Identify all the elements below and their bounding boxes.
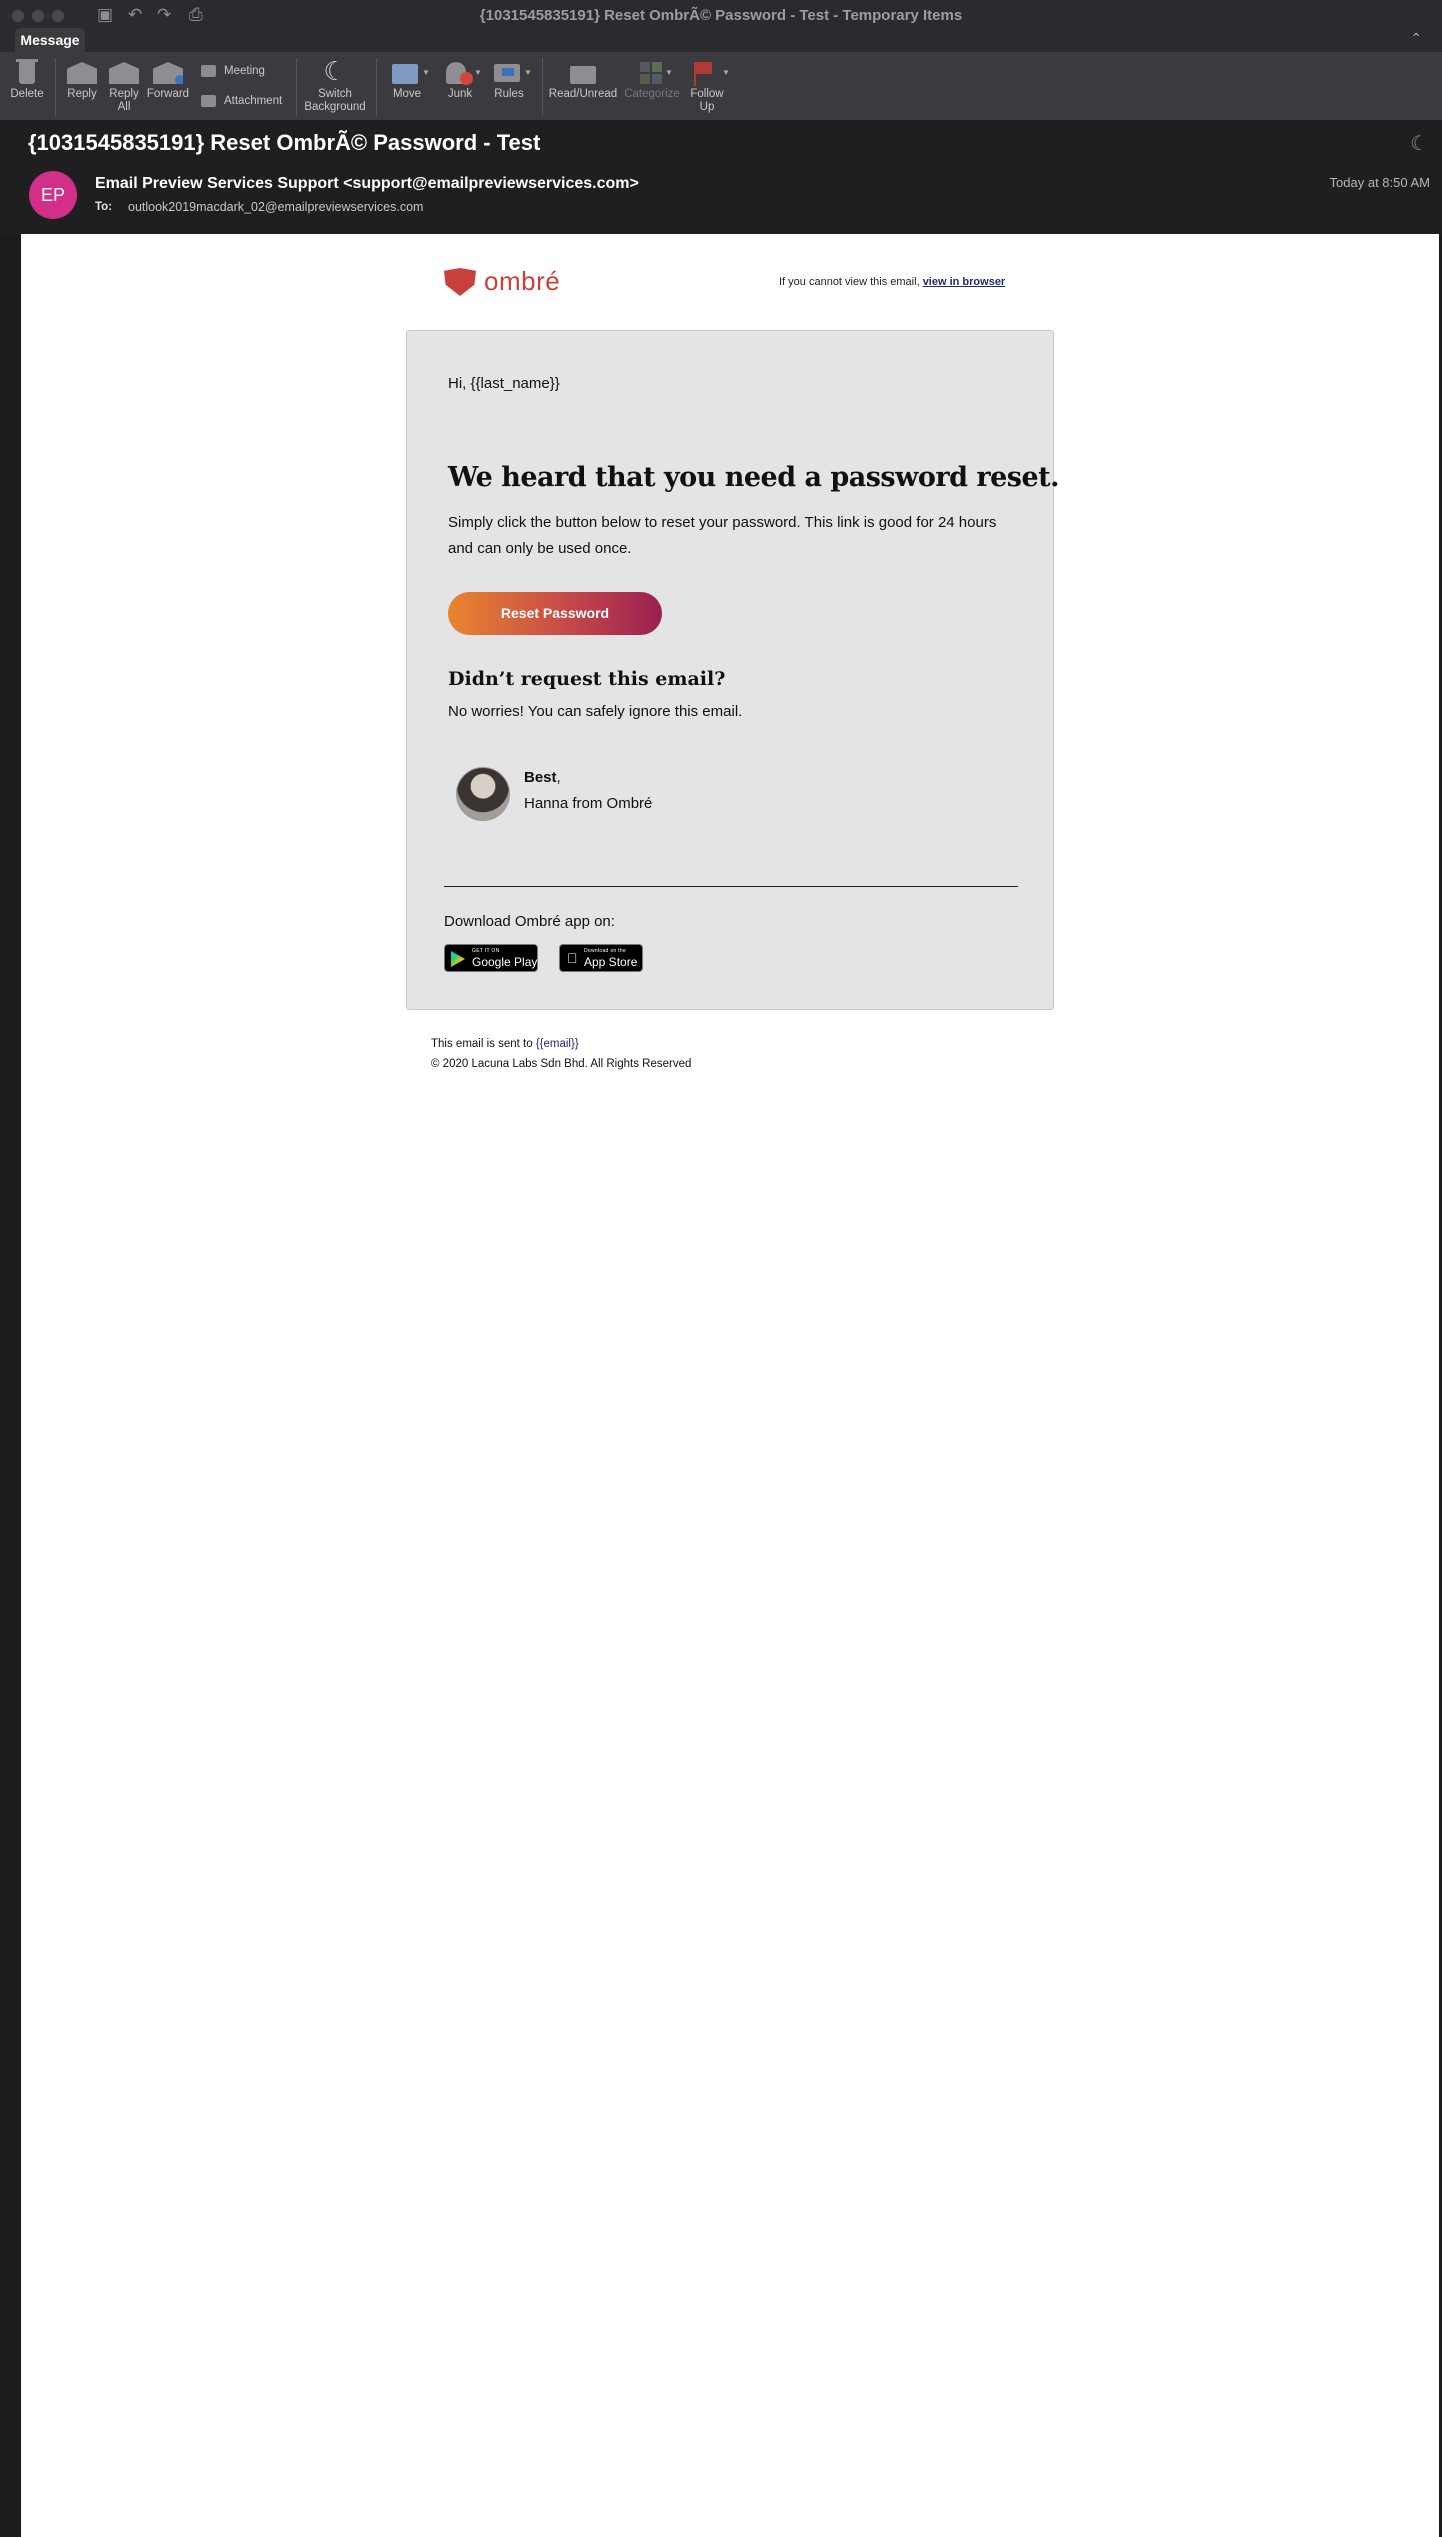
envelope-icon xyxy=(548,56,618,86)
google-play-icon xyxy=(451,951,465,967)
reply-icon xyxy=(62,56,102,86)
recipient-address[interactable]: outlook2019macdark_02@emailpreviewservic… xyxy=(128,200,423,214)
reply-all-button[interactable]: Reply All xyxy=(105,56,143,114)
greeting: Hi, {{last_name}} xyxy=(448,375,560,392)
meeting-button[interactable]: Meeting xyxy=(201,61,265,81)
rules-dropdown-icon[interactable]: ▼ xyxy=(524,68,532,77)
apple-icon:  xyxy=(567,950,578,966)
email-body-text: Simply click the button below to reset y… xyxy=(448,514,997,557)
follow-up-button[interactable]: Follow Up xyxy=(686,56,728,114)
sender-name[interactable]: Email Preview Services Support <support@… xyxy=(95,175,639,193)
move-dropdown-icon[interactable]: ▼ xyxy=(422,68,430,77)
ribbon-separator xyxy=(55,58,56,116)
signature-name: Hanna from Ombré xyxy=(524,795,653,812)
follow-up-dropdown-icon[interactable]: ▼ xyxy=(722,68,730,77)
ribbon-separator xyxy=(542,58,543,116)
tab-message[interactable]: Message xyxy=(15,28,85,52)
window-titlebar: ▣ ↶ ↷ ⎙ {1031545835191} Reset OmbrÃ© Pas… xyxy=(0,0,1442,31)
signature-greeting: Best, xyxy=(524,769,561,786)
didnt-request-heading: Didn’t request this email? xyxy=(448,668,726,690)
reset-password-button[interactable]: Reset Password xyxy=(448,592,662,635)
reply-all-icon xyxy=(105,56,143,86)
dark-mode-toggle-icon[interactable]: ☾ xyxy=(1410,131,1428,156)
sender-avatar: EP xyxy=(29,171,77,219)
categorize-dropdown-icon[interactable]: ▼ xyxy=(665,68,673,77)
forward-button[interactable]: Forward xyxy=(145,56,191,101)
forward-icon xyxy=(145,56,191,86)
categorize-icon xyxy=(622,56,682,86)
google-play-badge[interactable]: GET IT ON Google Play xyxy=(444,944,538,972)
ribbon-toolbar: Delete Reply Reply All Forward Meeting A… xyxy=(0,52,1442,121)
delete-button[interactable]: Delete xyxy=(8,56,46,101)
ribbon-separator xyxy=(296,58,297,116)
download-app-text: Download Ombré app on: xyxy=(444,913,615,930)
signature-avatar xyxy=(456,767,510,821)
rules-button[interactable]: Rules xyxy=(488,56,530,101)
ignore-text: No worries! You can safely ignore this e… xyxy=(448,703,743,720)
attachment-button[interactable]: Attachment xyxy=(201,91,282,111)
junk-dropdown-icon[interactable]: ▼ xyxy=(474,68,482,77)
email-headline: We heard that you need a password reset. xyxy=(448,462,1060,493)
app-store-badge[interactable]:  Download on the App Store xyxy=(559,944,643,972)
divider xyxy=(444,886,1018,887)
collapse-ribbon-icon[interactable]: ⌃ xyxy=(1410,30,1422,47)
calendar-icon xyxy=(201,64,216,77)
view-in-browser-link[interactable]: view in browser xyxy=(923,276,1006,288)
message-date: Today at 8:50 AM xyxy=(1329,175,1430,190)
move-button[interactable]: Move xyxy=(384,56,430,101)
read-unread-button[interactable]: Read/Unread xyxy=(548,56,618,101)
trash-icon xyxy=(8,56,46,86)
window-left-edge xyxy=(0,234,21,2537)
window-title: {1031545835191} Reset OmbrÃ© Password - … xyxy=(479,7,963,24)
junk-button[interactable]: Junk xyxy=(438,56,482,101)
footer-email-placeholder[interactable]: {{email}} xyxy=(536,1038,579,1050)
attachment-icon xyxy=(201,94,216,107)
view-in-browser-line: If you cannot view this email, view in b… xyxy=(779,276,1006,288)
footer-copyright: © 2020 Lacuna Labs Sdn Bhd. All Rights R… xyxy=(431,1058,692,1070)
footer-sent-to: This email is sent to {{email}} xyxy=(431,1038,579,1050)
to-label: To: xyxy=(95,201,113,213)
switch-background-button[interactable]: ☾ Switch Background xyxy=(302,56,368,114)
message-subject: {1031545835191} Reset OmbrÃ© Password - … xyxy=(28,130,541,155)
categorize-button[interactable]: Categorize xyxy=(622,56,682,101)
reply-button[interactable]: Reply xyxy=(62,56,102,101)
moon-icon: ☾ xyxy=(323,56,347,86)
ribbon-tabbar xyxy=(0,30,1442,52)
ribbon-separator xyxy=(376,58,377,116)
